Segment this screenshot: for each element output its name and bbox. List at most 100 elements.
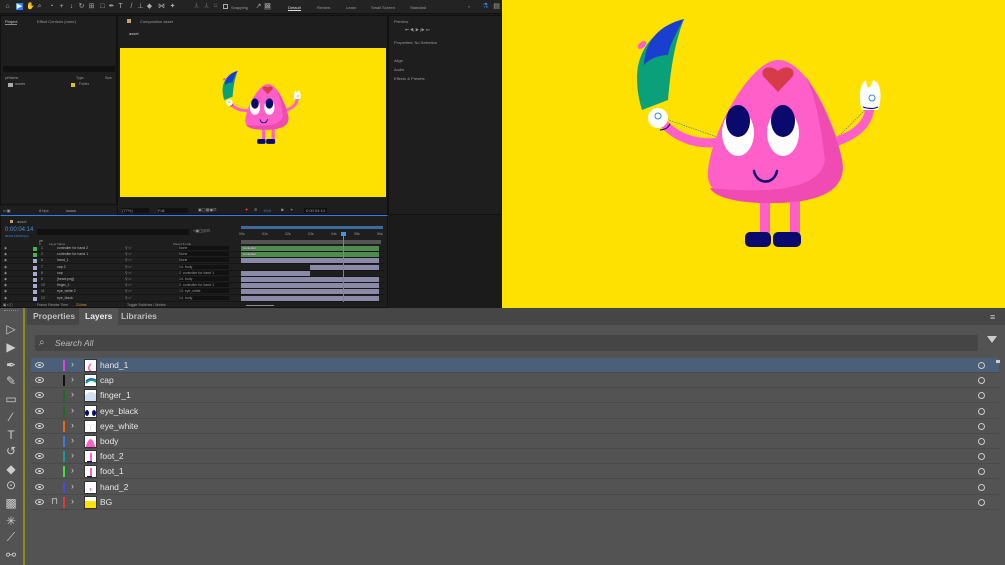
expand-chevron-icon[interactable]: ›	[71, 465, 74, 475]
timeline-layer-row[interactable]: ◉ 8 cap ⚲ ▪ ⁄ 2. controller for hand 1	[1, 270, 384, 277]
layer-label-color[interactable]	[33, 271, 37, 276]
exposure-value[interactable]: +0.0	[263, 208, 271, 213]
expand-chevron-icon[interactable]: ›	[71, 435, 74, 445]
timeline-layer-row[interactable]: ◉ 2 controller for hand 1 ⚲ ▪ ⁄ None Controll…	[1, 252, 384, 259]
layer-name[interactable]: cap	[100, 375, 114, 385]
expand-chevron-icon[interactable]: ›	[71, 481, 74, 491]
layer-switches[interactable]: ⚲ ▪ ⁄	[125, 252, 131, 256]
lock-toggle[interactable]	[49, 435, 59, 447]
layer-row-body[interactable]: › body	[31, 434, 999, 449]
target-circle-icon[interactable]	[978, 498, 985, 506]
composition-viewer[interactable]	[120, 48, 386, 197]
tab-libraries[interactable]: Libraries	[115, 308, 163, 325]
column-name[interactable]: Name	[9, 76, 18, 80]
scrollbar[interactable]	[996, 360, 1000, 363]
layer-label-color[interactable]	[33, 247, 37, 251]
magnification-dropdown[interactable]: (77%)	[122, 208, 149, 213]
selection-tool-icon[interactable]: ▷	[4, 322, 18, 336]
chat-icon[interactable]: ▤	[493, 3, 500, 10]
axis-world-icon[interactable]: ⅄	[203, 3, 210, 10]
layer-switches[interactable]: ⚲ ▪ ⁄	[125, 246, 131, 250]
lock-toggle[interactable]	[49, 359, 59, 371]
layer-name[interactable]: finger_1	[100, 390, 131, 400]
audio-section[interactable]: Audio	[394, 67, 404, 72]
layer-name[interactable]: controller for hand 1	[57, 252, 88, 256]
learn-icon[interactable]: ⚗	[482, 3, 489, 10]
layer-name[interactable]: eye_white 2	[57, 289, 76, 293]
tab-effect-controls[interactable]: Effect Controls (none)	[37, 19, 76, 24]
visibility-icon[interactable]: ◉	[4, 289, 7, 293]
expand-chevron-icon[interactable]: ›	[71, 420, 74, 430]
parent-dropdown[interactable]: 13. eye_white	[179, 289, 229, 294]
tab-properties[interactable]: Properties	[27, 308, 81, 325]
timeline-footer-icons[interactable]: ▣⚬◫	[3, 303, 13, 307]
timeline-layer-row[interactable]: ◉ 11 eye_white 2 ⚲ ▪ ⁄ 13. eye_white	[1, 289, 384, 296]
visibility-icon[interactable]: ◉	[4, 258, 7, 262]
timeline-layer-row[interactable]: ◉ 6 hand_1 ⚲ ▪ ⁄ None	[1, 258, 384, 265]
column-type[interactable]: Type	[76, 76, 84, 80]
layer-row-foot-2[interactable]: › foot_2	[31, 449, 999, 465]
visibility-eye-icon[interactable]	[35, 362, 44, 368]
expand-chevron-icon[interactable]: ›	[71, 405, 74, 415]
parent-dropdown[interactable]: 14. body	[179, 264, 229, 269]
color-channels-icon[interactable]: ✚	[245, 207, 248, 212]
visibility-eye-icon[interactable]	[35, 377, 44, 384]
playhead[interactable]	[343, 232, 344, 302]
lock-toggle[interactable]	[49, 465, 59, 477]
layer-name[interactable]: cap	[57, 271, 63, 275]
layer-row-cap[interactable]: › cap	[31, 373, 999, 389]
playhead-handle[interactable]	[341, 232, 346, 236]
expand-chevron-icon[interactable]: ›	[71, 374, 74, 384]
more-workspaces-button[interactable]: »	[468, 4, 470, 9]
composition-tab[interactable]: Composition asset	[140, 19, 173, 24]
timeline-layer-row[interactable]: ◉ 1 controller for hand 2 ⚲ ▪ ⁄ None Controll…	[1, 246, 384, 252]
snapping-checkbox[interactable]	[223, 4, 228, 9]
timeline-layer-row[interactable]: ◉ 9 [heart.png] ⚲ ▪ ⁄ 14. body	[1, 277, 384, 283]
layer-switches[interactable]: ⚲ ▪ ⁄	[125, 296, 131, 300]
layer-row-hand-2[interactable]: › hand_2	[31, 480, 999, 495]
view-options-icons[interactable]: ▣▢▦▣⊡	[198, 207, 216, 212]
layer-duration-bar[interactable]	[241, 283, 379, 289]
layer-row-eye-white[interactable]: › eye_white	[31, 419, 999, 434]
bpc-button[interactable]: 8 bpc	[39, 208, 49, 213]
parent-dropdown[interactable]: 14. body	[179, 277, 229, 281]
layer-label-color[interactable]	[33, 265, 37, 270]
pan-tool-icon[interactable]: +	[58, 3, 65, 10]
axis-view-icon[interactable]: ⌑	[212, 3, 219, 10]
timeline-layer-row[interactable]: ◉ 7 cap 2 ⚲ ▪ ⁄ 14. body	[1, 264, 384, 271]
snapshot-icon[interactable]: ◙	[281, 207, 283, 212]
blend-tool-icon[interactable]: ⚯	[4, 548, 18, 562]
target-circle-icon[interactable]	[978, 453, 985, 461]
visibility-eye-icon[interactable]	[35, 483, 44, 490]
visibility-eye-icon[interactable]	[35, 438, 44, 444]
layer-name[interactable]: foot_2	[100, 451, 124, 461]
layer-name[interactable]: controller for hand 2	[57, 246, 88, 250]
visibility-eye-icon[interactable]	[35, 392, 44, 399]
roto-tool-icon[interactable]: ⋈	[158, 3, 165, 10]
orbit-tool-icon[interactable]: ◔	[48, 3, 55, 10]
layer-row-finger-1[interactable]: › finger_1	[31, 388, 999, 404]
label-color-swatch[interactable]	[71, 83, 75, 87]
show-snapshot-icon[interactable]: ⚭	[290, 207, 293, 212]
eyedropper-tool-icon[interactable]: ⟋	[4, 530, 18, 544]
brush-tool-icon[interactable]: /	[128, 3, 135, 10]
layer-duration-bar[interactable]	[310, 264, 379, 270]
selection-tool-icon[interactable]: ▶	[16, 3, 23, 10]
new-folder-icon[interactable]: ▭▣	[3, 208, 11, 213]
timeline-tab[interactable]: asset	[17, 219, 27, 224]
layer-label-color[interactable]	[33, 278, 37, 282]
axis-local-icon[interactable]: ⅄	[193, 3, 200, 10]
layer-label-color[interactable]	[33, 253, 37, 258]
visibility-icon[interactable]: ◉	[4, 252, 7, 256]
layer-name[interactable]: BG	[100, 497, 112, 507]
lock-toggle[interactable]	[49, 420, 59, 432]
visibility-eye-icon[interactable]	[35, 453, 44, 460]
puppet-tool-icon[interactable]: ✦	[169, 3, 176, 10]
visibility-eye-icon[interactable]	[35, 407, 44, 414]
exposure-reset-icon[interactable]: ✲	[254, 207, 257, 212]
target-circle-icon[interactable]	[978, 468, 985, 476]
lock-toggle[interactable]	[49, 405, 59, 417]
rectangle-tool-icon[interactable]: □	[99, 3, 106, 10]
pen-tool-icon[interactable]: ✒	[108, 3, 115, 10]
toggle-switches-modes[interactable]: Toggle Switches / Modes	[127, 303, 166, 307]
